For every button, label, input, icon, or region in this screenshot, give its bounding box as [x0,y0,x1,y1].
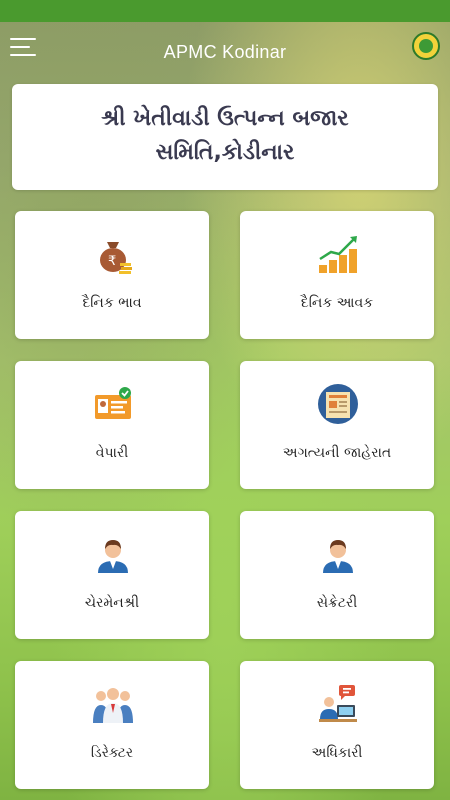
svg-text:₹: ₹ [108,254,116,269]
officer-at-desk-icon [319,685,357,722]
menu-grid: ₹ દૈનિક ભાવ દૈનિક આવક વેપારી અગત્યની જાહ… [0,0,450,800]
tile-label: દૈનિક આવક [300,295,374,311]
tile-label: વેપારી [95,445,129,461]
tile-daily-rates[interactable]: ₹ દૈનિક ભાવ [15,211,209,339]
tile-traders[interactable]: વેપારી [15,361,209,489]
tile-label: દૈનિક ભાવ [82,295,142,311]
trader-id-card-icon [95,387,131,419]
directors-group-icon [93,688,133,723]
tile-label: ડિરેક્ટર [90,745,134,761]
tile-label: ચેરમેનશ્રી [84,595,140,611]
money-bag-icon: ₹ [100,242,132,274]
tile-chairman[interactable]: ચેરમેનશ્રી [15,511,209,639]
tile-directors[interactable]: ડિરેક્ટર [15,661,209,789]
tile-officers[interactable]: અધિકારી [240,661,434,789]
coins-growth-chart-icon [319,236,357,273]
newspaper-icon [318,384,358,424]
tile-secretary[interactable]: સેક્રેટરી [240,511,434,639]
secretary-person-icon [323,540,353,573]
chairman-person-icon [98,540,128,573]
tile-label: સેક્રેટરી [316,595,358,611]
tile-label: અગત્યની જાહેરાત [282,445,392,461]
tile-important-notices[interactable]: અગત્યની જાહેરાત [240,361,434,489]
tile-label: અધિકારી [311,745,363,761]
tile-daily-arrivals[interactable]: દૈનિક આવક [240,211,434,339]
